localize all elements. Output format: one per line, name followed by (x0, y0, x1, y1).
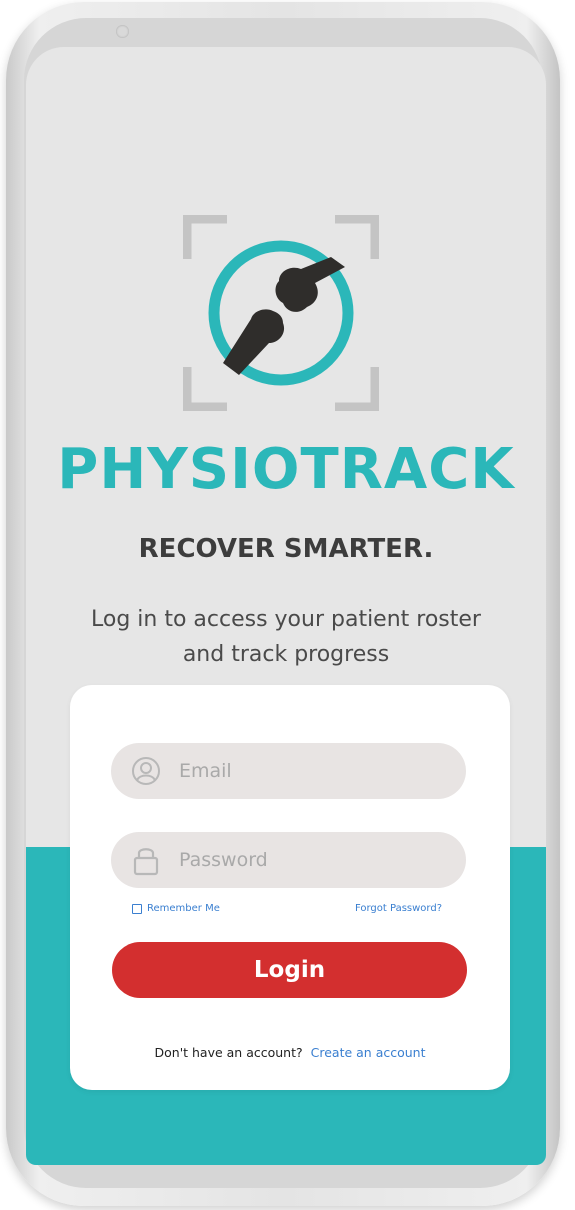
login-card: Remember Me Forgot Password? Login Don't… (70, 685, 510, 1090)
forgot-password-link[interactable]: Forgot Password? (355, 903, 442, 914)
camera-icon (116, 25, 129, 38)
login-subtitle: Log in to access your patient roster and… (91, 607, 481, 667)
tagline: RECOVER SMARTER. (138, 534, 434, 564)
lock-icon (129, 843, 163, 877)
brand-title: PHYSIOTRACK (57, 437, 515, 502)
email-input[interactable] (177, 759, 441, 783)
remember-me-checkbox[interactable] (132, 903, 142, 914)
remember-me-label[interactable]: Remember Me (147, 903, 220, 914)
login-button[interactable]: Login (112, 942, 467, 998)
create-account-link[interactable]: Create an account (311, 1045, 426, 1060)
signup-prompt-row: Don't have an account? Create an account (70, 1045, 510, 1060)
password-input[interactable] (177, 848, 441, 872)
remember-me-option[interactable]: Remember Me (132, 903, 220, 914)
joint-bone-logo (183, 215, 379, 411)
signup-prompt-text: Don't have an account? (154, 1045, 303, 1060)
app-screen: PHYSIOTRACK RECOVER SMARTER. Log in to a… (26, 47, 546, 1165)
email-field-container[interactable] (111, 743, 466, 799)
form-options: Remember Me Forgot Password? (132, 903, 442, 914)
password-field-container[interactable] (111, 832, 466, 888)
user-icon (129, 754, 163, 788)
